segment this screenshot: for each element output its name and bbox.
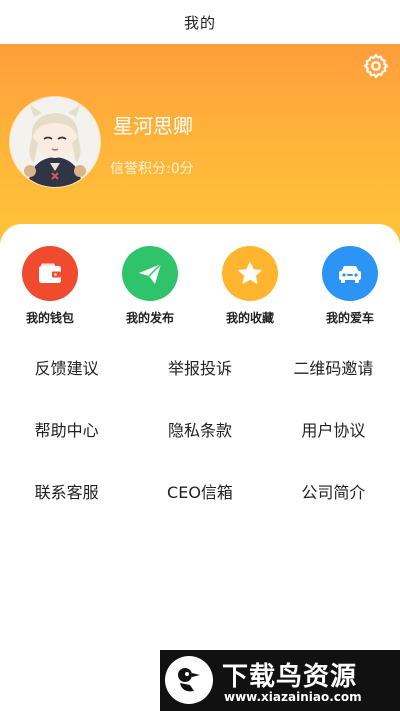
quick-actions: 我的钱包 我的发布 我的收藏 我的爱车 [0,246,400,326]
avatar-illustration [10,97,100,187]
avatar[interactable] [10,97,100,187]
menu-row: 反馈建议 举报投诉 二维码邀请 [0,336,400,398]
quick-action-label: 我的发布 [125,311,174,325]
quick-action-favorites[interactable]: 我的收藏 [200,246,300,326]
menu-feedback[interactable]: 反馈建议 [0,355,133,379]
menu-report[interactable]: 举报投诉 [133,355,266,379]
top-bar: 我的 [0,0,400,44]
paper-plane-icon [122,246,178,301]
menu-qr-invite[interactable]: 二维码邀请 [267,355,400,379]
star-icon [222,246,278,301]
page-title: 我的 [183,13,216,32]
bird-logo-icon [165,656,213,704]
watermark: 下载鸟资源 www.xiazainiao.com [160,650,400,711]
menu-user-agreement[interactable]: 用户协议 [267,417,400,441]
menu-privacy[interactable]: 隐私条款 [133,417,266,441]
menu-customer-service[interactable]: 联系客服 [0,479,133,503]
menu-ceo-mailbox[interactable]: CEO信箱 [133,479,266,503]
menu-help-center[interactable]: 帮助中心 [0,417,133,441]
menu-row: 联系客服 CEO信箱 公司简介 [0,460,400,522]
quick-action-label: 我的爱车 [325,311,374,325]
watermark-url: www.xiazainiao.com [224,690,362,704]
username: 星河思卿 [113,114,193,138]
car-icon [322,246,378,301]
menu-row: 帮助中心 隐私条款 用户协议 [0,398,400,460]
quick-action-label: 我的收藏 [225,311,274,325]
quick-action-posts[interactable]: 我的发布 [100,246,200,326]
watermark-title: 下载鸟资源 [222,662,358,692]
wallet-icon [22,246,78,301]
menu-company-intro[interactable]: 公司简介 [267,479,400,503]
menu-grid: 反馈建议 举报投诉 二维码邀请 帮助中心 隐私条款 用户协议 联系客服 CEO信… [0,336,400,522]
settings-gear-icon[interactable] [362,52,390,80]
quick-action-wallet[interactable]: 我的钱包 [0,246,100,326]
quick-action-label: 我的钱包 [25,311,74,325]
quick-action-car[interactable]: 我的爱车 [300,246,400,326]
credit-score: 信誉积分:0分 [110,161,194,177]
